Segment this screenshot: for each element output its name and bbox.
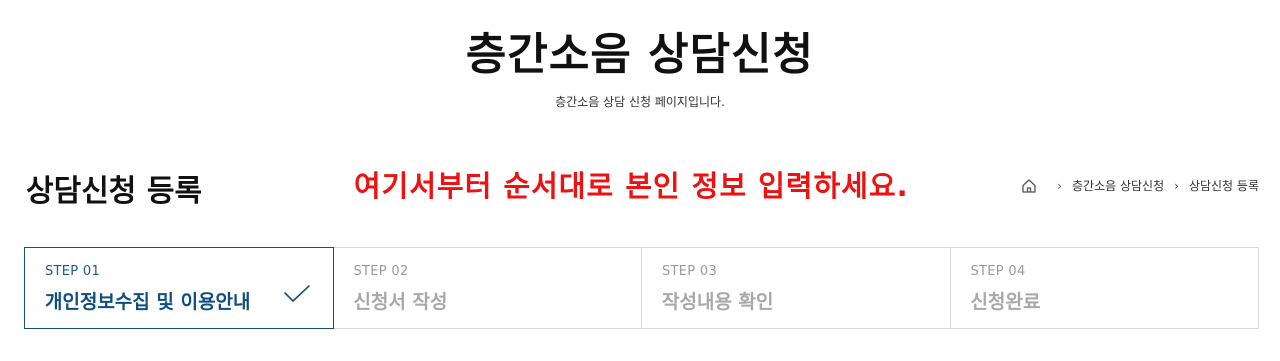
step-number: STEP 03 — [662, 264, 718, 279]
step-label: 신청완료 — [970, 291, 1041, 313]
step-label: 신청서 작성 — [353, 291, 448, 313]
step-number: STEP 02 — [353, 264, 409, 279]
step-number: STEP 01 — [45, 264, 101, 279]
step-03: STEP 03 작성내용 확인 — [641, 247, 951, 329]
step-04: STEP 04 신청완료 — [949, 247, 1259, 329]
step-label: 개인정보수집 및 이용안내 — [45, 291, 251, 313]
breadcrumb-item-counseling[interactable]: 층간소음 상담신청 — [1072, 177, 1164, 194]
step-number: STEP 04 — [970, 264, 1026, 279]
step-indicator: STEP 01 개인정보수집 및 이용안내 STEP 02 신청서 작성 STE… — [24, 247, 1259, 329]
home-icon[interactable] — [1021, 178, 1037, 194]
step-label: 작성내용 확인 — [662, 291, 774, 313]
breadcrumb: › 층간소음 상담신청 › 상담신청 등록 — [1021, 177, 1259, 194]
step-01: STEP 01 개인정보수집 및 이용안내 — [24, 247, 334, 329]
section-title: 상담신청 등록 — [26, 174, 203, 209]
check-icon — [283, 284, 311, 304]
page-title: 층간소음 상담신청 — [465, 29, 815, 80]
step-02: STEP 02 신청서 작성 — [332, 247, 642, 329]
instruction-annotation: 여기서부터 순서대로 본인 정보 입력하세요. — [354, 169, 909, 203]
breadcrumb-separator-icon: › — [1174, 178, 1179, 193]
breadcrumb-item-register[interactable]: 상담신청 등록 — [1189, 177, 1259, 194]
page-subtitle: 층간소음 상담 신청 페이지입니다. — [555, 95, 725, 109]
breadcrumb-separator-icon: › — [1057, 178, 1062, 193]
